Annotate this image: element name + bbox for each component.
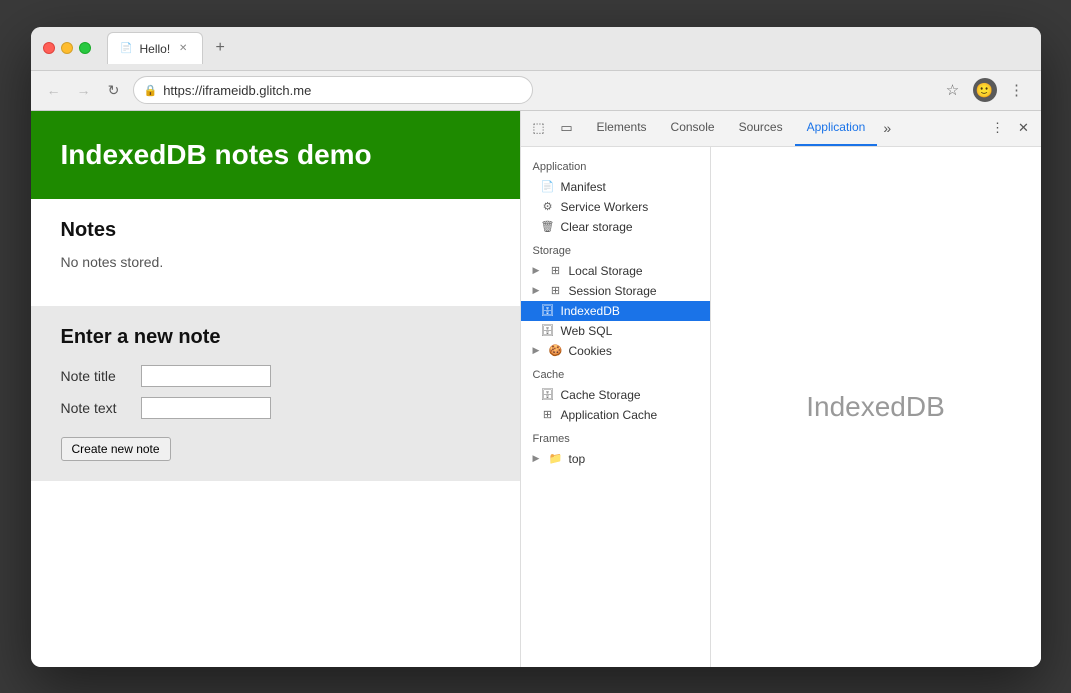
create-note-button[interactable]: Create new note [61, 437, 171, 461]
devtools-main-panel: IndexedDB [711, 147, 1041, 667]
frames-arrow-icon: ▶ [533, 453, 543, 464]
devtools-body: Application 📄 Manifest ⚙ Service Workers… [521, 147, 1041, 667]
service-workers-icon: ⚙ [541, 200, 555, 213]
maximize-button[interactable] [79, 42, 91, 54]
cookies-icon: 🍪 [549, 344, 563, 357]
devtools-toolbar: ⬚ ▭ Elements Console Sources Application [521, 111, 1041, 147]
tab-bar: 📄 Hello! ✕ + [107, 32, 1029, 64]
tab-elements[interactable]: Elements [585, 111, 659, 147]
minimize-button[interactable] [61, 42, 73, 54]
lock-icon: 🔒 [144, 84, 158, 97]
devtools-sidebar: Application 📄 Manifest ⚙ Service Workers… [521, 147, 711, 667]
devtools-icons: ⬚ ▭ [521, 116, 585, 140]
form-title: Enter a new note [61, 326, 490, 349]
traffic-lights [43, 42, 91, 54]
web-sql-icon: 🗄 [541, 324, 555, 337]
forward-button[interactable]: → [73, 79, 95, 101]
cookies-arrow-icon: ▶ [533, 345, 543, 356]
sidebar-item-cookies[interactable]: ▶ 🍪 Cookies [521, 341, 710, 361]
devtools-more-options-icon[interactable]: ⋮ [987, 117, 1009, 139]
sidebar-item-clear-storage[interactable]: 🗑 Clear storage [521, 217, 710, 237]
more-tabs-button[interactable]: » [877, 111, 897, 147]
tab-sources[interactable]: Sources [727, 111, 795, 147]
local-storage-arrow-icon: ▶ [533, 265, 543, 276]
main-area: IndexedDB notes demo Notes No notes stor… [31, 111, 1041, 667]
back-button[interactable]: ← [43, 79, 65, 101]
tab-favicon-icon: 📄 [120, 42, 134, 56]
indexeddb-icon: 🗄 [541, 304, 555, 317]
manifest-icon: 📄 [541, 180, 555, 193]
inspect-element-icon[interactable]: ⬚ [527, 116, 551, 140]
sidebar-item-local-storage[interactable]: ▶ ⊞ Local Storage [521, 261, 710, 281]
devtools-tabs: Elements Console Sources Application » [585, 111, 981, 147]
page-header: IndexedDB notes demo [31, 111, 520, 199]
notes-title: Notes [61, 219, 490, 242]
sidebar-item-cache-storage[interactable]: 🗄 Cache Storage [521, 385, 710, 405]
application-section-header: Application [521, 157, 710, 177]
storage-section-header: Storage [521, 241, 710, 261]
device-toolbar-icon[interactable]: ▭ [555, 116, 579, 140]
avatar[interactable]: 🙂 [973, 78, 997, 102]
panel-title: IndexedDB [806, 391, 945, 423]
page-content: IndexedDB notes demo Notes No notes stor… [31, 111, 521, 667]
note-title-row: Note title [61, 365, 490, 387]
url-text: https://iframeidb.glitch.me [163, 83, 311, 98]
browser-window: 📄 Hello! ✕ + ← → ↻ 🔒 https://iframeidb.g… [31, 27, 1041, 667]
notes-empty-text: No notes stored. [61, 254, 490, 270]
sidebar-item-manifest[interactable]: 📄 Manifest [521, 177, 710, 197]
devtools-panel: ⬚ ▭ Elements Console Sources Application [521, 111, 1041, 667]
sidebar-item-application-cache[interactable]: ⊞ Application Cache [521, 405, 710, 425]
local-storage-icon: ⊞ [549, 264, 563, 277]
note-text-input[interactable] [141, 397, 271, 419]
tab-close-icon[interactable]: ✕ [176, 42, 190, 56]
frames-section-header: Frames [521, 429, 710, 449]
sidebar-item-service-workers[interactable]: ⚙ Service Workers [521, 197, 710, 217]
application-cache-icon: ⊞ [541, 408, 555, 421]
frame-top-icon: 📁 [549, 452, 563, 465]
clear-storage-icon: 🗑 [541, 220, 555, 233]
reload-button[interactable]: ↻ [103, 79, 125, 101]
note-text-label: Note text [61, 400, 131, 416]
form-section: Enter a new note Note title Note text Cr… [31, 306, 520, 481]
tab-console[interactable]: Console [659, 111, 727, 147]
address-actions: ☆ 🙂 ⋮ [941, 78, 1029, 102]
devtools-actions: ⋮ ✕ [981, 117, 1041, 139]
page-body: Notes No notes stored. [31, 199, 520, 306]
menu-icon[interactable]: ⋮ [1005, 78, 1029, 102]
page-main-title: IndexedDB notes demo [61, 139, 490, 171]
notes-section: Notes No notes stored. [61, 219, 490, 270]
title-bar: 📄 Hello! ✕ + [31, 27, 1041, 71]
close-button[interactable] [43, 42, 55, 54]
sidebar-item-top-frame[interactable]: ▶ 📁 top [521, 449, 710, 469]
cache-storage-icon: 🗄 [541, 388, 555, 401]
session-storage-icon: ⊞ [549, 284, 563, 297]
note-title-label: Note title [61, 368, 131, 384]
cache-section-header: Cache [521, 365, 710, 385]
sidebar-item-web-sql[interactable]: 🗄 Web SQL [521, 321, 710, 341]
devtools-close-icon[interactable]: ✕ [1013, 117, 1035, 139]
address-bar: ← → ↻ 🔒 https://iframeidb.glitch.me ☆ 🙂 … [31, 71, 1041, 111]
tab-title: Hello! [140, 42, 171, 56]
tab-application[interactable]: Application [795, 111, 878, 147]
sidebar-item-indexeddb[interactable]: 🗄 IndexedDB [521, 301, 710, 321]
note-title-input[interactable] [141, 365, 271, 387]
note-text-row: Note text [61, 397, 490, 419]
bookmark-icon[interactable]: ☆ [941, 78, 965, 102]
new-tab-button[interactable]: + [207, 35, 233, 61]
sidebar-item-session-storage[interactable]: ▶ ⊞ Session Storage [521, 281, 710, 301]
browser-tab[interactable]: 📄 Hello! ✕ [107, 32, 204, 64]
session-storage-arrow-icon: ▶ [533, 285, 543, 296]
url-bar[interactable]: 🔒 https://iframeidb.glitch.me [133, 76, 533, 104]
